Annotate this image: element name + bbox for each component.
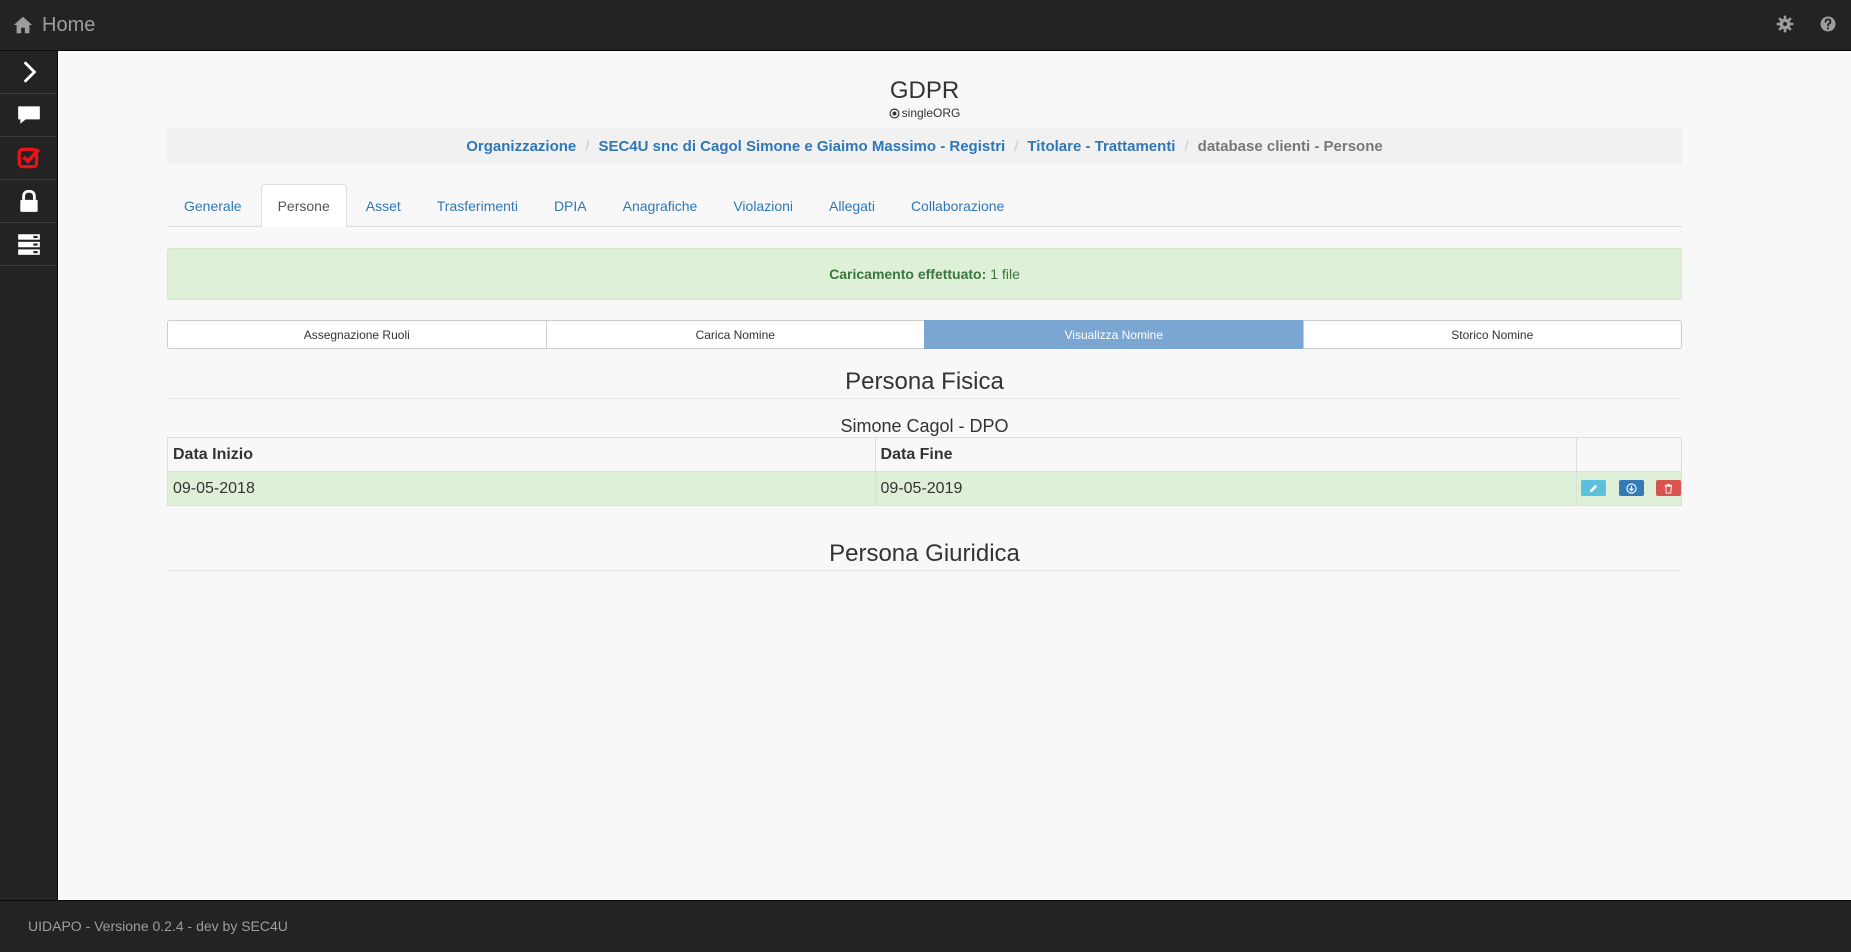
gear-icon xyxy=(1776,15,1794,33)
tab-violazioni[interactable]: Violazioni xyxy=(716,184,810,226)
upload-success-alert: Caricamento effettuato: 1 file xyxy=(167,248,1682,300)
tab-generale[interactable]: Generale xyxy=(167,184,259,226)
home-link[interactable]: Home xyxy=(12,0,95,50)
main-content: GDPR singleORG Organizzazione / SEC4U sn… xyxy=(167,51,1682,571)
sidebar-item-security[interactable] xyxy=(0,180,57,223)
breadcrumb-registri[interactable]: SEC4U snc di Cagol Simone e Giaimo Massi… xyxy=(598,138,1005,155)
pencil-icon xyxy=(1589,484,1598,492)
server-icon xyxy=(17,234,40,255)
nomine-table: Data Inizio Data Fine 09-05-2018 09-05-2… xyxy=(167,437,1682,506)
lock-icon xyxy=(19,189,38,212)
chevron-right-icon xyxy=(23,61,36,83)
alert-title: Caricamento effettuato: xyxy=(829,266,987,282)
footer: UIDAPO - Versione 0.2.4 - dev by SEC4U xyxy=(0,900,1851,952)
help-button[interactable] xyxy=(1818,14,1838,34)
sidebar-item-servers[interactable] xyxy=(0,223,57,266)
delete-button[interactable] xyxy=(1656,480,1681,497)
sidebar-item-messages[interactable] xyxy=(0,94,57,137)
carica-nomine-button[interactable]: Carica Nomine xyxy=(545,320,925,349)
assegnazione-ruoli-button[interactable]: Assegnazione Ruoli xyxy=(167,320,547,349)
cell-data-fine: 09-05-2019 xyxy=(874,471,1578,506)
page-subtitle: singleORG xyxy=(167,106,1682,120)
tab-anagrafiche[interactable]: Anagrafiche xyxy=(606,184,715,226)
breadcrumb-separator: / xyxy=(585,137,590,155)
breadcrumb-separator: / xyxy=(1014,137,1019,155)
persona-fisica-heading: Persona Fisica xyxy=(167,368,1682,399)
tab-allegati[interactable]: Allegati xyxy=(812,184,892,226)
page-title: GDPR xyxy=(889,77,960,104)
edit-button[interactable] xyxy=(1581,480,1607,497)
download-button[interactable] xyxy=(1618,480,1644,497)
footer-text: UIDAPO - Versione 0.2.4 - dev by SEC4U xyxy=(28,918,288,934)
cell-data-inizio: 09-05-2018 xyxy=(167,471,876,506)
visualizza-nomine-button[interactable]: Visualizza Nomine xyxy=(924,320,1304,349)
tab-dpia[interactable]: DPIA xyxy=(537,184,604,226)
nomine-button-group: Assegnazione Ruoli Carica Nomine Visuali… xyxy=(167,320,1682,349)
table-row: 09-05-2018 09-05-2019 xyxy=(167,471,1682,506)
table-header-row: Data Inizio Data Fine xyxy=(167,437,1682,472)
sidebar-toggle[interactable] xyxy=(0,51,57,94)
tab-trasferimenti[interactable]: Trasferimenti xyxy=(420,184,535,226)
subtitle-text: singleORG xyxy=(901,106,961,120)
radio-icon xyxy=(889,108,900,118)
breadcrumb-organizzazione[interactable]: Organizzazione xyxy=(466,138,576,155)
sidebar-item-tasks[interactable] xyxy=(0,137,57,180)
home-label: Home xyxy=(42,13,96,36)
tab-collaborazione[interactable]: Collaborazione xyxy=(894,184,1021,226)
tab-asset[interactable]: Asset xyxy=(349,184,418,226)
persona-giuridica-heading: Persona Giuridica xyxy=(167,540,1682,571)
help-icon xyxy=(1820,16,1836,32)
person-name: Simone Cagol - DPO xyxy=(840,416,1009,436)
tab-persone[interactable]: Persone xyxy=(260,184,347,227)
sidebar xyxy=(0,51,58,900)
trash-icon xyxy=(1664,483,1673,494)
home-icon xyxy=(13,16,33,34)
breadcrumb: Organizzazione / SEC4U snc di Cagol Simo… xyxy=(167,128,1682,164)
column-header-data-fine: Data Fine xyxy=(874,437,1578,472)
storico-nomine-button[interactable]: Storico Nomine xyxy=(1302,320,1682,349)
breadcrumb-current: database clienti - Persone xyxy=(1197,137,1383,155)
column-header-data-inizio: Data Inizio xyxy=(167,437,876,472)
breadcrumb-separator: / xyxy=(1184,137,1189,155)
cell-actions xyxy=(1576,471,1682,506)
chat-icon xyxy=(17,106,40,124)
alert-text: 1 file xyxy=(990,266,1020,282)
settings-button[interactable] xyxy=(1775,14,1795,34)
top-navbar: Home xyxy=(0,0,1851,51)
checkbox-icon xyxy=(17,147,40,169)
tab-bar: Generale Persone Asset Trasferimenti DPI… xyxy=(167,184,1682,227)
download-icon xyxy=(1625,483,1637,494)
column-header-actions xyxy=(1576,437,1682,472)
breadcrumb-trattamenti[interactable]: Titolare - Trattamenti xyxy=(1027,138,1175,155)
